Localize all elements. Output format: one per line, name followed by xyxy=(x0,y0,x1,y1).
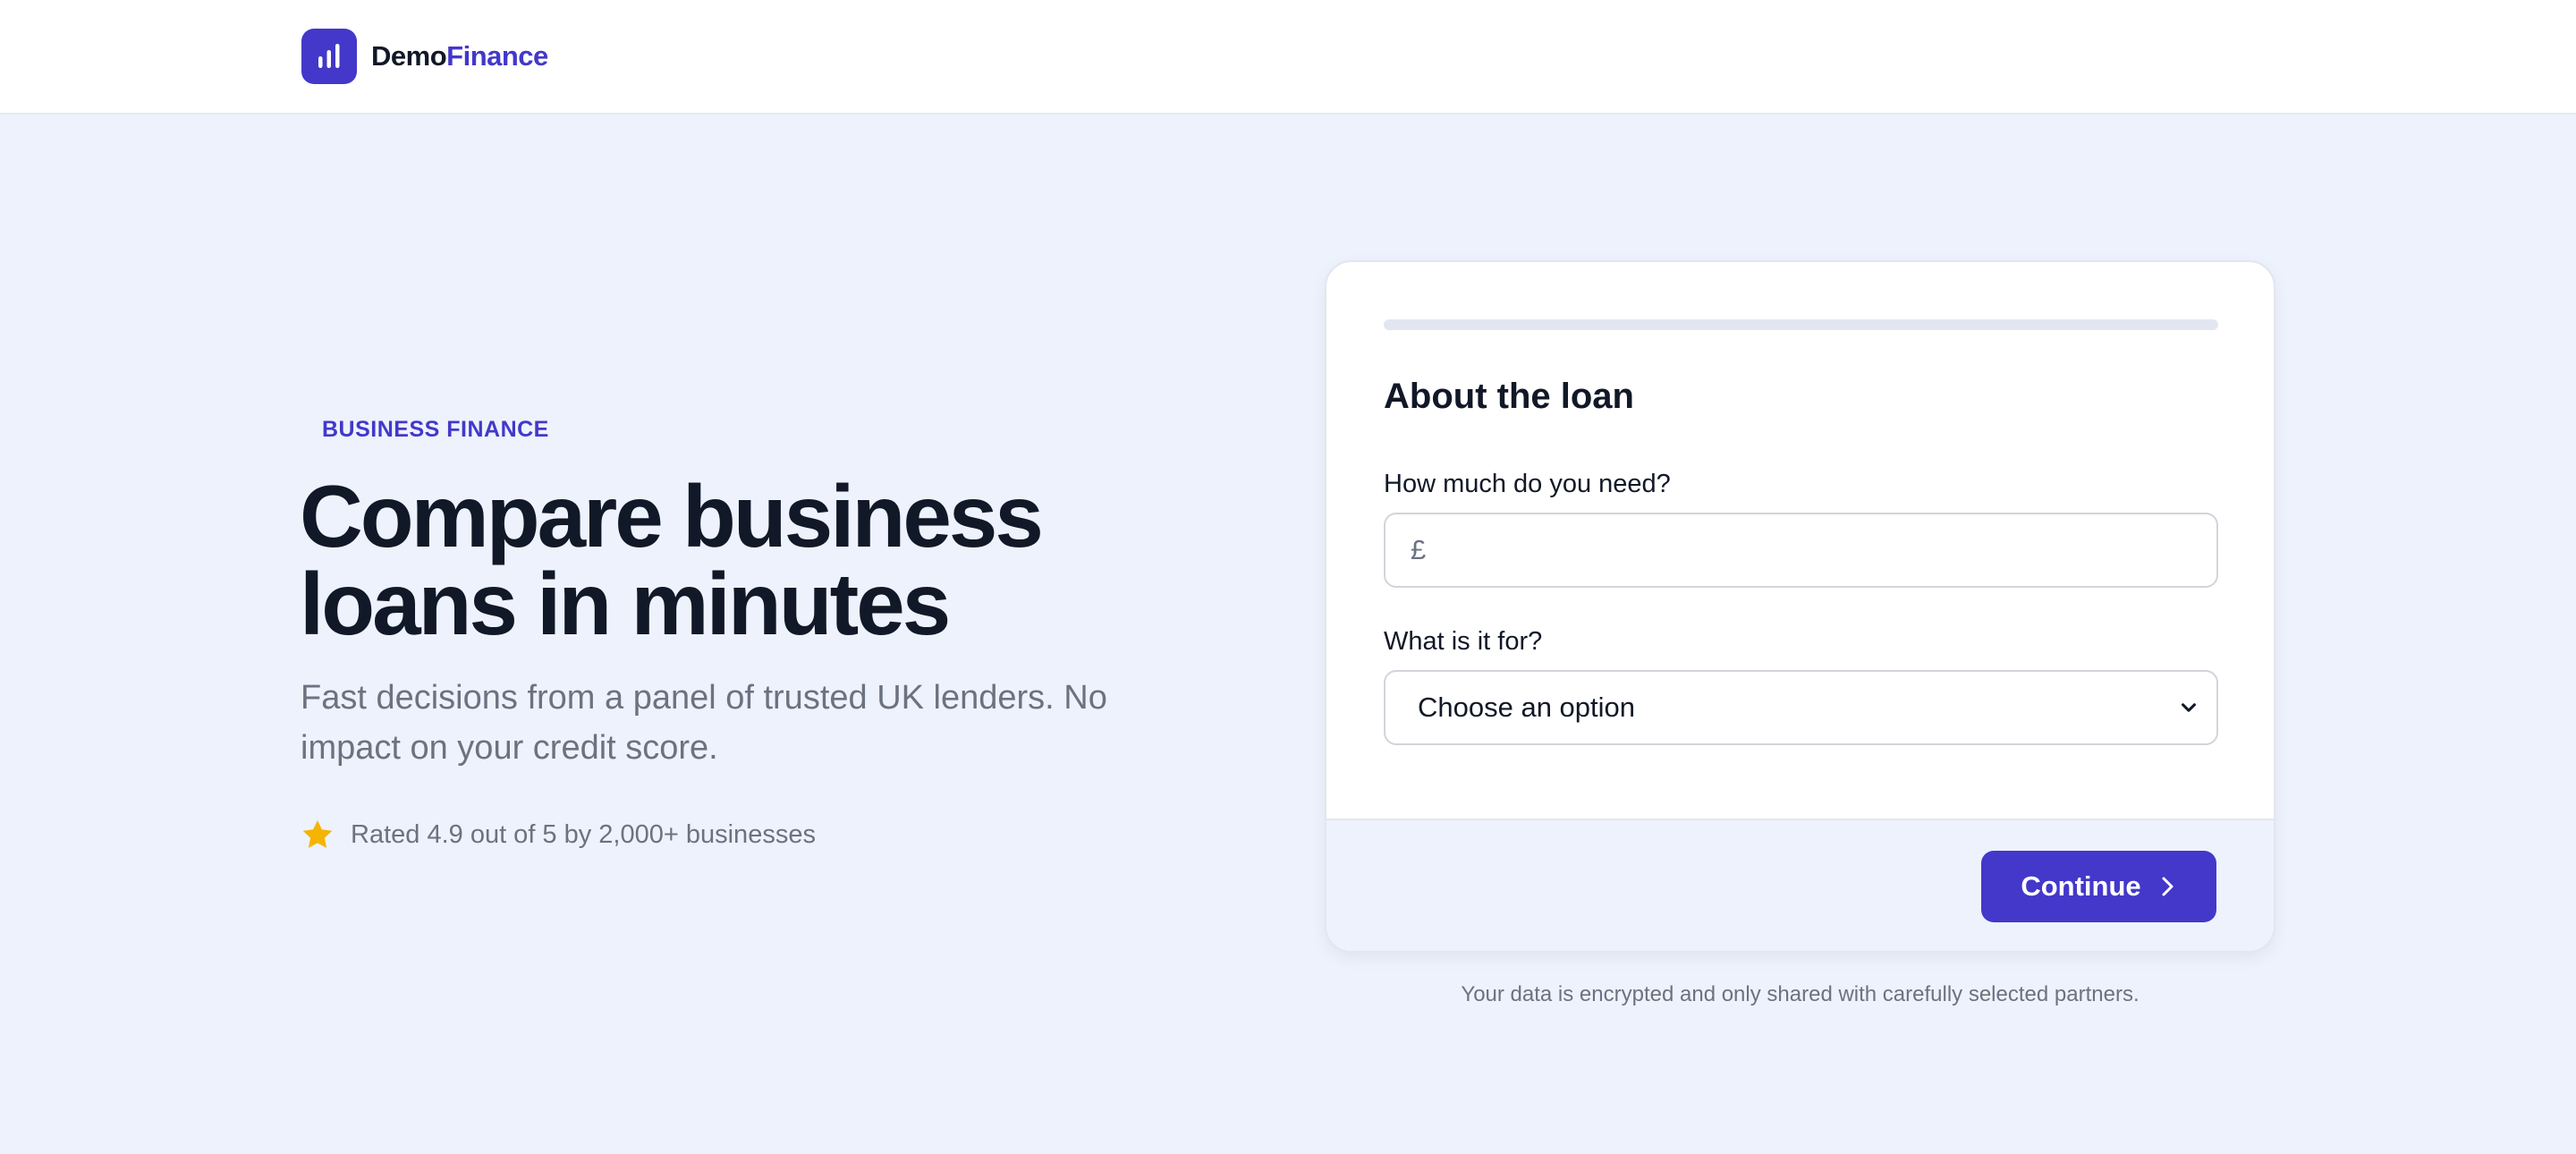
purpose-select[interactable]: Choose an option xyxy=(1384,670,2218,745)
logo-text: DemoFinance xyxy=(371,40,548,72)
logo[interactable]: DemoFinance xyxy=(301,29,548,84)
amount-input[interactable] xyxy=(1426,514,2216,586)
bar-chart-icon xyxy=(301,29,357,84)
star-icon xyxy=(302,819,333,848)
purpose-selected-value: Choose an option xyxy=(1418,692,1636,723)
continue-label: Continue xyxy=(2021,870,2141,902)
logo-text-demo: Demo xyxy=(371,40,447,72)
privacy-footnote: Your data is encrypted and only shared w… xyxy=(1461,982,2140,1006)
logo-text-finance: Finance xyxy=(446,40,548,72)
purpose-label: What is it for? xyxy=(1384,627,1543,656)
hero-title-line-1: Compare business xyxy=(300,467,1044,565)
rating-text: Rated 4.9 out of 5 by 2,000+ businesses xyxy=(351,819,816,849)
amount-field[interactable]: £ xyxy=(1384,513,2218,588)
hero-title: Compare business loans in minutes xyxy=(300,472,1194,648)
continue-button[interactable]: Continue xyxy=(1981,851,2216,922)
currency-symbol: £ xyxy=(1411,534,1427,565)
hero-eyebrow: BUSINESS FINANCE xyxy=(322,417,549,442)
hero-title-line-2: loans in minutes xyxy=(300,555,951,653)
progress-bar xyxy=(1384,319,2218,330)
chevron-right-icon xyxy=(2162,877,2174,896)
hero-subtitle: Fast decisions from a panel of trusted U… xyxy=(301,679,1107,767)
form-title: About the loan xyxy=(1384,377,1634,416)
chevron-down-icon xyxy=(2182,703,2196,712)
site-header: DemoFinance xyxy=(0,0,2576,115)
loan-form-card: About the loan How much do you need? £ W… xyxy=(1325,260,2275,953)
rating: Rated 4.9 out of 5 by 2,000+ businesses xyxy=(301,817,816,853)
amount-label: How much do you need? xyxy=(1384,470,1671,498)
form-footer: Continue xyxy=(1326,819,2274,951)
